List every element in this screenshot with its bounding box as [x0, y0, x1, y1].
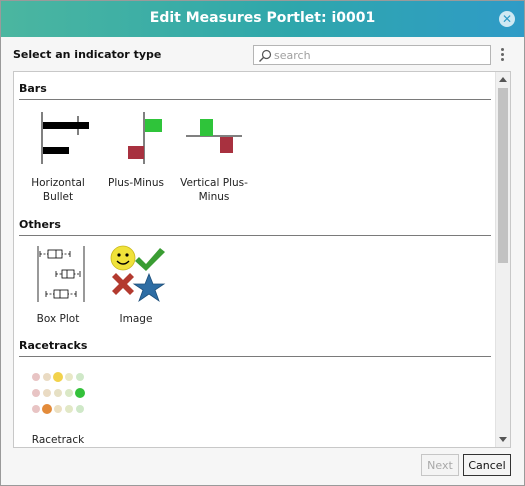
scroll-up-arrow-icon[interactable]: [499, 77, 507, 82]
indicator-toolbar: Select an indicator type: [1, 37, 524, 71]
dialog-footer: Next Cancel: [1, 449, 524, 485]
edit-measures-dialog: Edit Measures Portlet: i0001 ✕ Select an…: [0, 0, 525, 486]
indicator-tile-racetrack[interactable]: Racetrack: [18, 365, 98, 447]
select-indicator-prompt: Select an indicator type: [13, 48, 162, 61]
tile-label: Vertical Plus-Minus: [180, 177, 248, 203]
image-icon: [110, 245, 166, 303]
tile-label: Box Plot: [36, 313, 80, 325]
tile-label: Plus-Minus: [108, 177, 164, 189]
search-input[interactable]: [274, 47, 484, 63]
kebab-menu-icon[interactable]: [498, 47, 506, 65]
plus-minus-icon: [128, 112, 162, 164]
indicator-tile-box-plot[interactable]: Box Plot: [18, 244, 98, 326]
tile-label: Racetrack: [31, 434, 85, 446]
indicator-list: Bars Horizontal Bullet Plus-Minus Vertic…: [13, 71, 511, 448]
scrollbar-thumb[interactable]: [498, 88, 508, 263]
indicator-tile-horizontal-bullet[interactable]: Horizontal Bullet: [18, 108, 98, 204]
scroll-down-arrow-icon[interactable]: [499, 437, 507, 442]
horizontal-bullet-icon: [41, 112, 89, 164]
dialog-title: Edit Measures Portlet: i0001: [149, 10, 376, 26]
section-header-bars: Bars: [19, 82, 491, 100]
cancel-button[interactable]: Cancel: [463, 454, 511, 476]
dialog-titlebar: Edit Measures Portlet: i0001 ✕: [1, 1, 524, 37]
vertical-plus-minus-icon: [186, 119, 242, 153]
tile-label: Horizontal Bullet: [31, 177, 85, 203]
close-icon[interactable]: ✕: [499, 11, 515, 27]
search-icon: [259, 49, 272, 62]
section-header-racetracks: Racetracks: [19, 339, 491, 357]
search-box[interactable]: [253, 45, 491, 65]
racetrack-icon: [32, 372, 85, 414]
indicator-tile-vertical-plus-minus[interactable]: Vertical Plus-Minus: [174, 108, 254, 204]
indicator-tile-image[interactable]: Image: [96, 244, 176, 326]
tile-label: Image: [119, 313, 153, 325]
section-header-others: Others: [19, 218, 491, 236]
box-plot-icon: [37, 246, 85, 302]
vertical-scrollbar[interactable]: [495, 72, 510, 447]
indicator-tile-plus-minus[interactable]: Plus-Minus: [96, 108, 176, 190]
next-button[interactable]: Next: [421, 454, 459, 476]
